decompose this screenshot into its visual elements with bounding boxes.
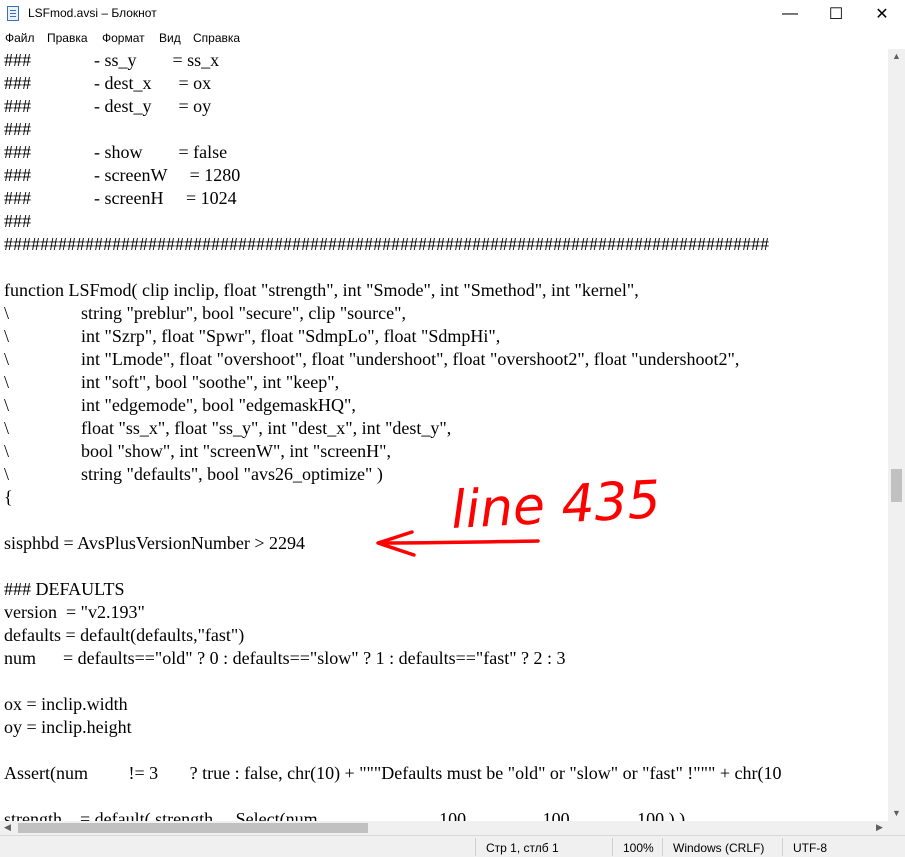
- code-line: sisphbd = AvsPlusVersionNumber > 2294: [4, 533, 305, 553]
- code-line: ###: [4, 119, 31, 139]
- code-line: \ int "Lmode", float "overshoot", float …: [4, 349, 740, 369]
- maximize-button[interactable]: ☐: [813, 0, 859, 28]
- code-line: num = defaults=="old" ? 0 : defaults=="s…: [4, 648, 566, 668]
- code-line: \ int "soft", bool "soothe", int "keep",: [4, 372, 340, 392]
- scrollbar-corner: [888, 821, 905, 835]
- notepad-icon: [7, 6, 19, 21]
- code-line: ### DEFAULTS: [4, 579, 125, 599]
- status-divider: [782, 838, 783, 856]
- status-bar: Стр 1, стлб 1 100% Windows (CRLF) UTF-8: [0, 835, 905, 857]
- code-line: ### - ss_y = ss_x: [4, 50, 220, 70]
- status-divider: [475, 838, 476, 856]
- code-line: ox = inclip.width: [4, 694, 128, 714]
- code-line: \ bool "show", int "screenW", int "scree…: [4, 441, 392, 461]
- menu-edit[interactable]: Правка: [47, 31, 88, 45]
- code-line: version = "v2.193": [4, 602, 145, 622]
- code-line: function LSFmod( clip inclip, float "str…: [4, 280, 639, 300]
- line-endings: Windows (CRLF): [673, 841, 765, 855]
- code-line: ### - screenW = 1280: [4, 165, 241, 185]
- code-line: defaults = default(defaults,"fast"): [4, 625, 245, 645]
- title-bar: LSFmod.avsi – Блокнот — ☐ ✕: [0, 0, 905, 28]
- text-editor[interactable]: ### - ss_y = ss_x ### - dest_x = ox ### …: [0, 49, 888, 821]
- vertical-scroll-thumb[interactable]: [891, 469, 902, 502]
- code-line: ### - show = false: [4, 142, 228, 162]
- code-line: ### - dest_y = oy: [4, 96, 212, 116]
- horizontal-scroll-thumb[interactable]: [18, 823, 368, 833]
- scroll-down-arrow-icon[interactable]: ▼: [892, 808, 901, 818]
- code-line: \ int "Szrp", float "Spwr", float "SdmpL…: [4, 326, 501, 346]
- code-line: \ string "preblur", bool "secure", clip …: [4, 303, 407, 323]
- window-title: LSFmod.avsi – Блокнот: [28, 6, 157, 20]
- menu-file[interactable]: Файл: [5, 31, 35, 45]
- code-line: strength = default( strength, Select(num…: [4, 809, 686, 821]
- cursor-position: Стр 1, стлб 1: [486, 841, 559, 855]
- code-line: ### - dest_x = ox: [4, 73, 212, 93]
- code-line: Assert(num != 3 ? true : false, chr(10) …: [4, 763, 782, 783]
- minimize-button[interactable]: —: [767, 0, 813, 28]
- code-line: ########################################…: [4, 234, 769, 254]
- status-divider: [612, 838, 613, 856]
- menu-format[interactable]: Формат: [102, 31, 145, 45]
- code-line: \ int "edgemode", bool "edgemaskHQ",: [4, 395, 356, 415]
- close-button[interactable]: ✕: [859, 0, 905, 28]
- code-line: oy = inclip.height: [4, 717, 132, 737]
- scroll-left-arrow-icon[interactable]: ◀: [4, 822, 11, 833]
- menu-bar: Файл Правка Формат Вид Справка: [0, 28, 905, 48]
- scroll-right-arrow-icon[interactable]: ▶: [876, 822, 883, 833]
- scroll-up-arrow-icon[interactable]: ▲: [892, 51, 901, 61]
- zoom-level: 100%: [623, 841, 654, 855]
- menu-help[interactable]: Справка: [193, 31, 240, 45]
- horizontal-scrollbar[interactable]: ◀ ▶: [0, 821, 888, 835]
- code-line: \ string "defaults", bool "avs26_optimiz…: [4, 464, 383, 484]
- file-encoding: UTF-8: [793, 841, 827, 855]
- vertical-scrollbar[interactable]: ▲ ▼: [888, 49, 905, 821]
- menu-view[interactable]: Вид: [159, 31, 181, 45]
- status-divider: [662, 838, 663, 856]
- code-line: {: [4, 487, 13, 507]
- code-line: ###: [4, 211, 31, 231]
- code-line: ### - screenH = 1024: [4, 188, 237, 208]
- code-line: \ float "ss_x", float "ss_y", int "dest_…: [4, 418, 452, 438]
